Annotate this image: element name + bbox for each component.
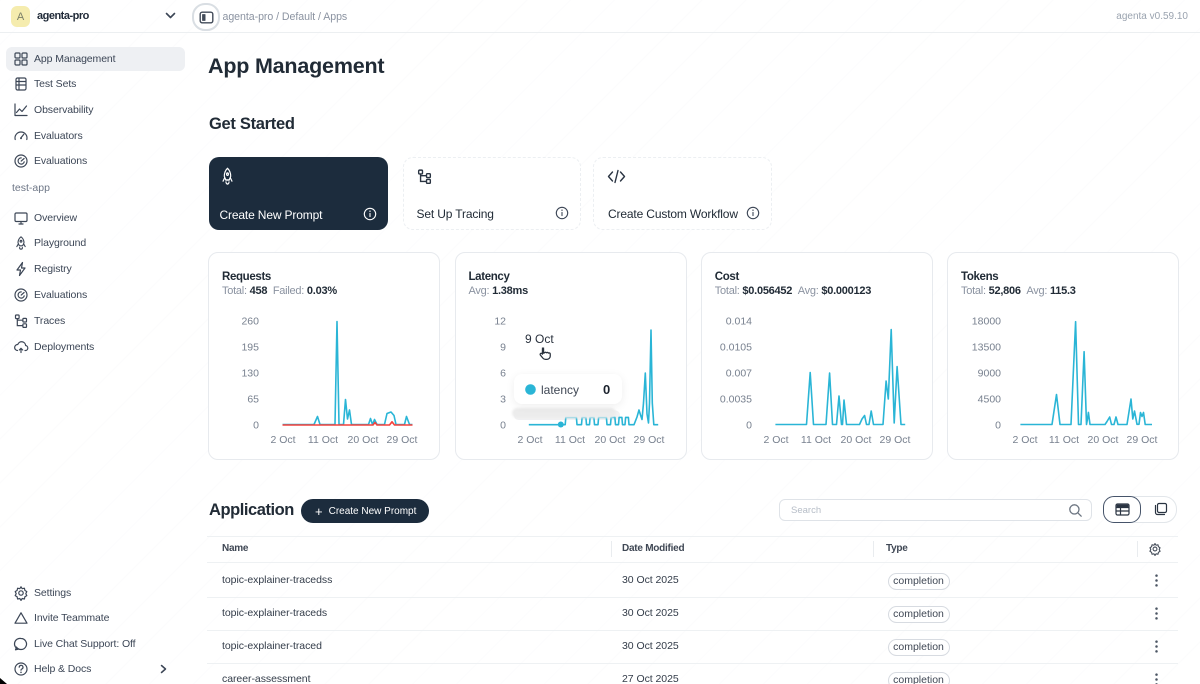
svg-text:6: 6 xyxy=(500,368,506,380)
svg-text:20 Oct: 20 Oct xyxy=(348,434,379,446)
svg-text:29 Oct: 29 Oct xyxy=(879,434,910,446)
svg-text:11 Oct: 11 Oct xyxy=(801,434,831,446)
svg-text:0.0035: 0.0035 xyxy=(720,394,752,406)
svg-text:29 Oct: 29 Oct xyxy=(387,434,418,446)
svg-text:4500: 4500 xyxy=(978,394,1002,406)
svg-text:13500: 13500 xyxy=(972,342,1001,354)
svg-text:260: 260 xyxy=(241,316,259,328)
svg-text:20 Oct: 20 Oct xyxy=(1088,434,1119,446)
svg-text:11 Oct: 11 Oct xyxy=(308,434,338,446)
svg-text:0: 0 xyxy=(746,420,752,432)
svg-text:18000: 18000 xyxy=(972,316,1001,328)
svg-text:0: 0 xyxy=(253,420,259,432)
svg-text:65: 65 xyxy=(247,394,259,406)
svg-text:20 Oct: 20 Oct xyxy=(594,434,625,446)
svg-text:0.007: 0.007 xyxy=(726,368,752,380)
svg-text:0.0105: 0.0105 xyxy=(720,342,752,354)
svg-text:195: 195 xyxy=(241,342,259,354)
svg-text:11 Oct: 11 Oct xyxy=(554,434,584,446)
svg-text:2 Oct: 2 Oct xyxy=(1012,434,1037,446)
svg-text:12: 12 xyxy=(494,316,506,328)
svg-text:11 Oct: 11 Oct xyxy=(1049,434,1079,446)
svg-text:20 Oct: 20 Oct xyxy=(840,434,871,446)
svg-text:2 Oct: 2 Oct xyxy=(270,434,295,446)
svg-text:29 Oct: 29 Oct xyxy=(633,434,664,446)
svg-text:0: 0 xyxy=(995,420,1001,432)
svg-text:9000: 9000 xyxy=(978,368,1002,380)
svg-text:0.014: 0.014 xyxy=(726,316,752,328)
svg-text:0: 0 xyxy=(500,420,506,432)
svg-text:130: 130 xyxy=(241,368,259,380)
svg-text:9: 9 xyxy=(500,342,506,354)
svg-text:2 Oct: 2 Oct xyxy=(763,434,788,446)
svg-text:29 Oct: 29 Oct xyxy=(1127,434,1158,446)
svg-text:2 Oct: 2 Oct xyxy=(517,434,542,446)
svg-text:3: 3 xyxy=(500,394,506,406)
